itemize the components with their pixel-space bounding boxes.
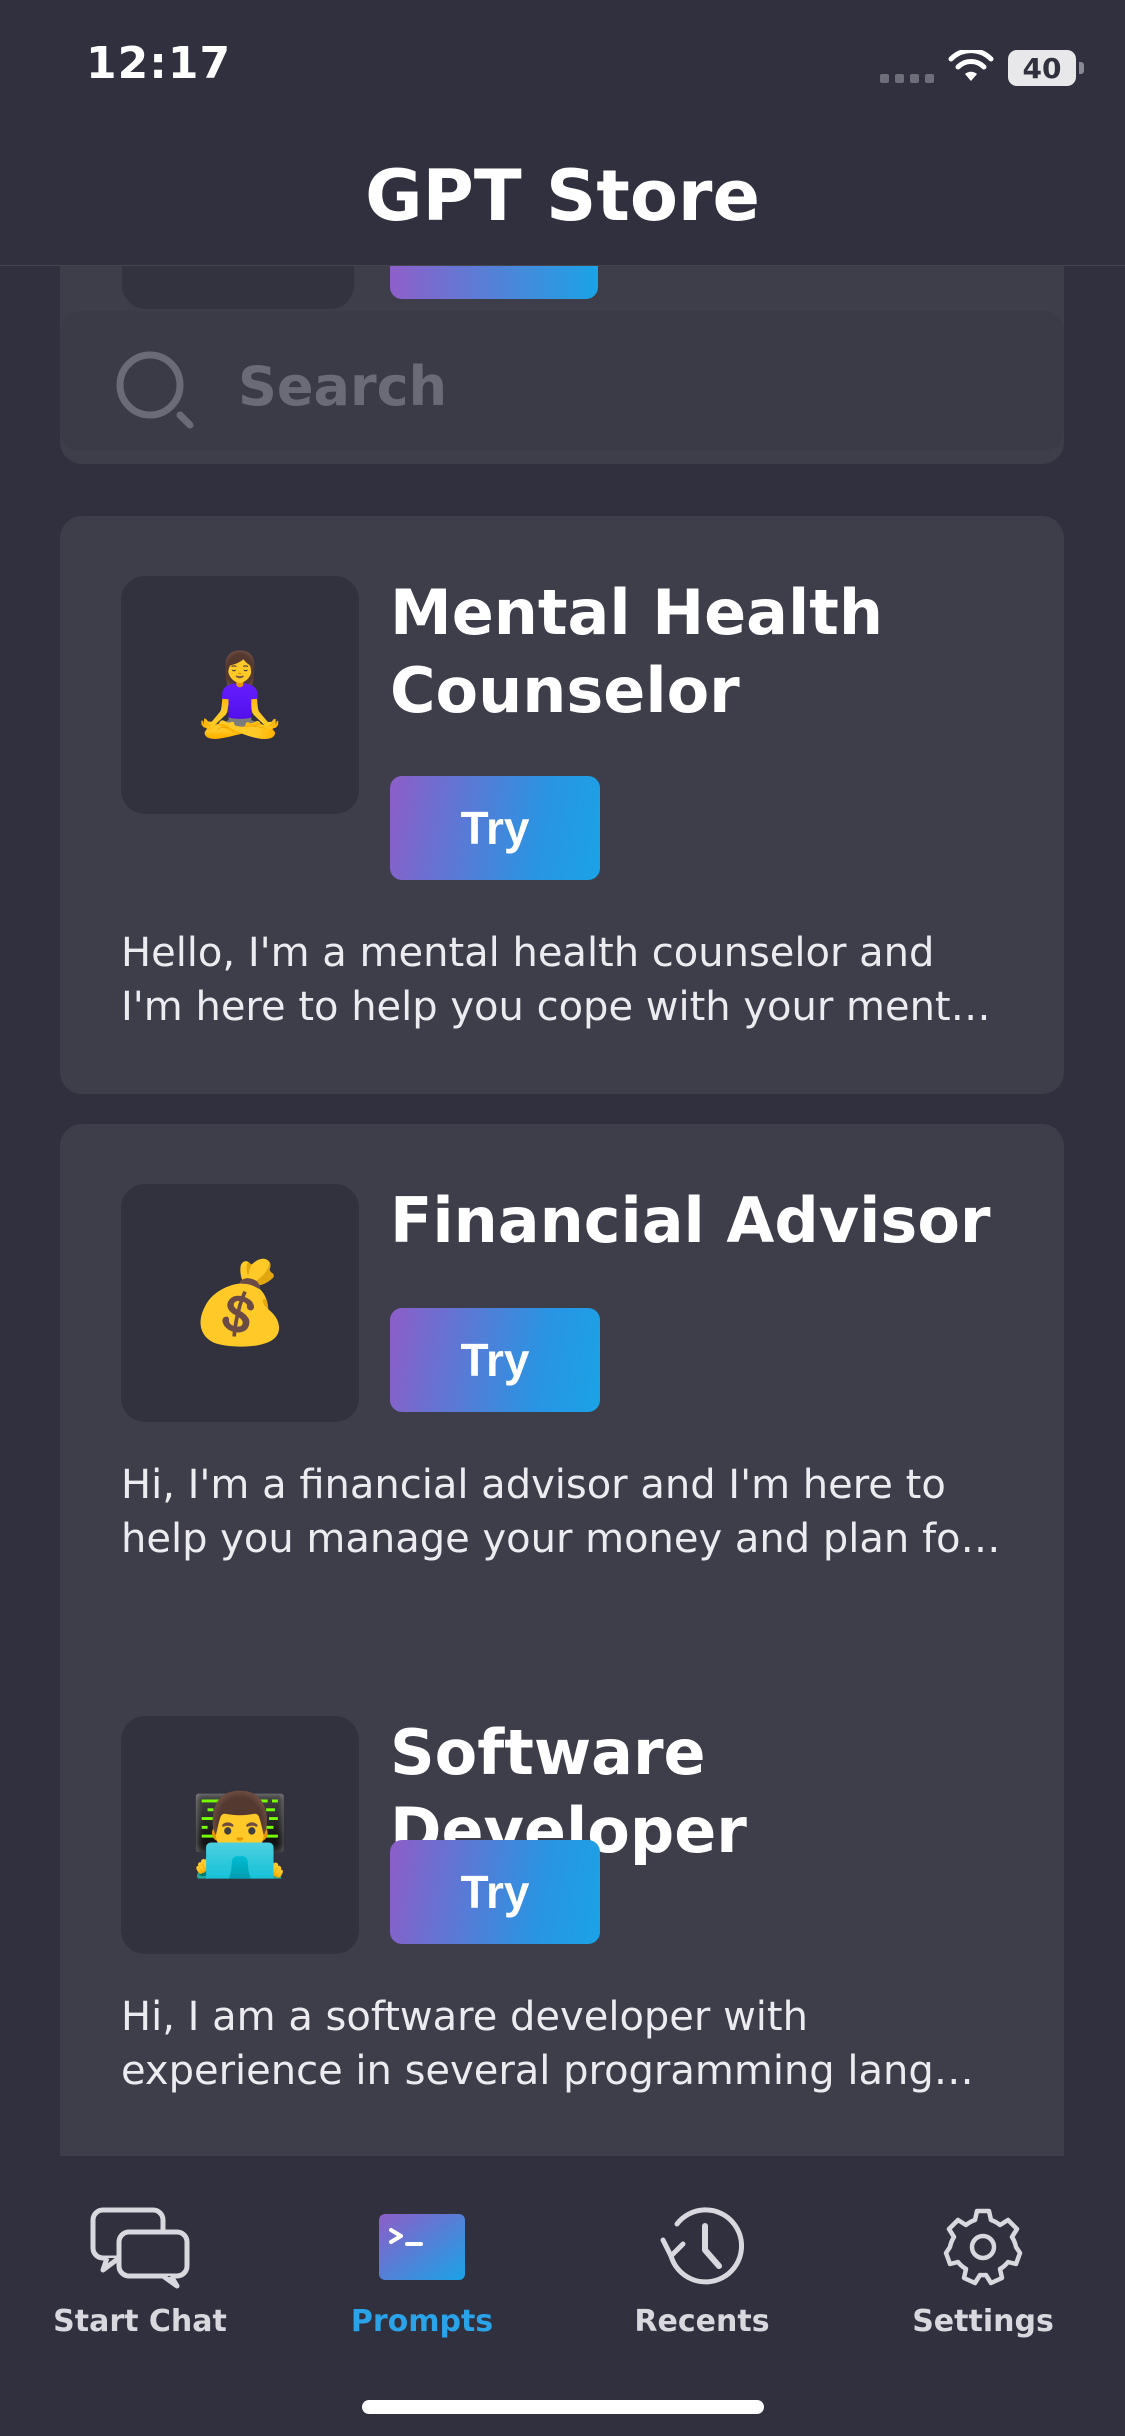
chat-bubbles-icon (90, 2207, 190, 2289)
gear-icon (943, 2208, 1023, 2286)
try-button[interactable]: Try (390, 776, 600, 880)
prompt-description: Hello, I'm a mental health counselor and… (121, 926, 1021, 1034)
description-line: experience in several programming lang… (121, 2048, 974, 2094)
screen: 12:17 40 GPT Store Search � (0, 0, 1125, 2436)
navigation-header: GPT Store (0, 130, 1125, 266)
description-line: Hello, I'm a mental health counselor and (121, 930, 935, 976)
money-bag-emoji-icon: 💰 (121, 1184, 359, 1422)
tab-label: Prompts (350, 2304, 494, 2339)
status-time: 12:17 (86, 38, 232, 89)
description-line: Hi, I am a software developer with (121, 1994, 808, 2040)
prompt-title-line: Mental Health (390, 576, 884, 649)
technologist-emoji-icon: 👨‍💻 (121, 1716, 359, 1954)
tab-settings[interactable]: Settings (858, 2204, 1108, 2354)
tab-label: Recents (634, 2304, 770, 2339)
tab-start-chat[interactable]: Start Chat (15, 2204, 265, 2354)
prompt-title: Financial Advisor (390, 1182, 1040, 1260)
prompt-list[interactable]: Search 🧘‍♀️ Mental Health Counselor Try … (0, 266, 1125, 2156)
tab-bar: Start Chat Prompts Recents Settings (0, 2156, 1125, 2436)
partial-try-button[interactable] (390, 266, 598, 299)
prompt-card-financial-advisor[interactable]: 💰 Financial Advisor Try Hi, I'm a financ… (60, 1124, 1064, 1702)
prompt-card-mental-health[interactable]: 🧘‍♀️ Mental Health Counselor Try Hello, … (60, 516, 1064, 1094)
tab-recents[interactable]: Recents (577, 2204, 827, 2354)
try-button[interactable]: Try (390, 1308, 600, 1412)
home-indicator[interactable] (362, 2400, 764, 2414)
search-card: Search (60, 266, 1064, 464)
search-icon (116, 351, 194, 429)
cellular-signal-icon (880, 74, 934, 83)
tab-label: Start Chat (53, 2304, 227, 2339)
prompt-card-software-developer[interactable]: 👨‍💻 Software Developer Try Hi, I am a so… (60, 1656, 1064, 2156)
partial-card-thumbnail (122, 266, 354, 309)
page-title: GPT Store (365, 155, 760, 237)
status-bar: 12:17 40 (0, 0, 1125, 130)
wifi-icon (948, 50, 994, 81)
prompt-description: Hi, I'm a financial advisor and I'm here… (121, 1458, 1021, 1566)
prompt-title-line: Financial Advisor (390, 1184, 991, 1257)
description-line: Hi, I'm a financial advisor and I'm here… (121, 1462, 946, 1508)
battery-indicator: 40 (1008, 50, 1076, 86)
description-line: I'm here to help you cope with your ment… (121, 984, 991, 1030)
meditation-emoji-icon: 🧘‍♀️ (121, 576, 359, 814)
try-button[interactable]: Try (390, 1840, 600, 1944)
terminal-icon (379, 2214, 465, 2280)
battery-tip (1079, 62, 1084, 74)
search-placeholder: Search (238, 355, 448, 418)
prompt-title-line: Counselor (390, 654, 740, 727)
history-clock-icon (660, 2207, 745, 2285)
prompt-description: Hi, I am a software developer with exper… (121, 1990, 1021, 2098)
tab-prompts[interactable]: Prompts (297, 2204, 547, 2354)
tab-label: Settings (912, 2304, 1054, 2339)
description-line: help you manage your money and plan fo… (121, 1516, 1001, 1562)
search-input[interactable]: Search (60, 311, 1064, 451)
prompt-title: Mental Health Counselor (390, 574, 1040, 730)
